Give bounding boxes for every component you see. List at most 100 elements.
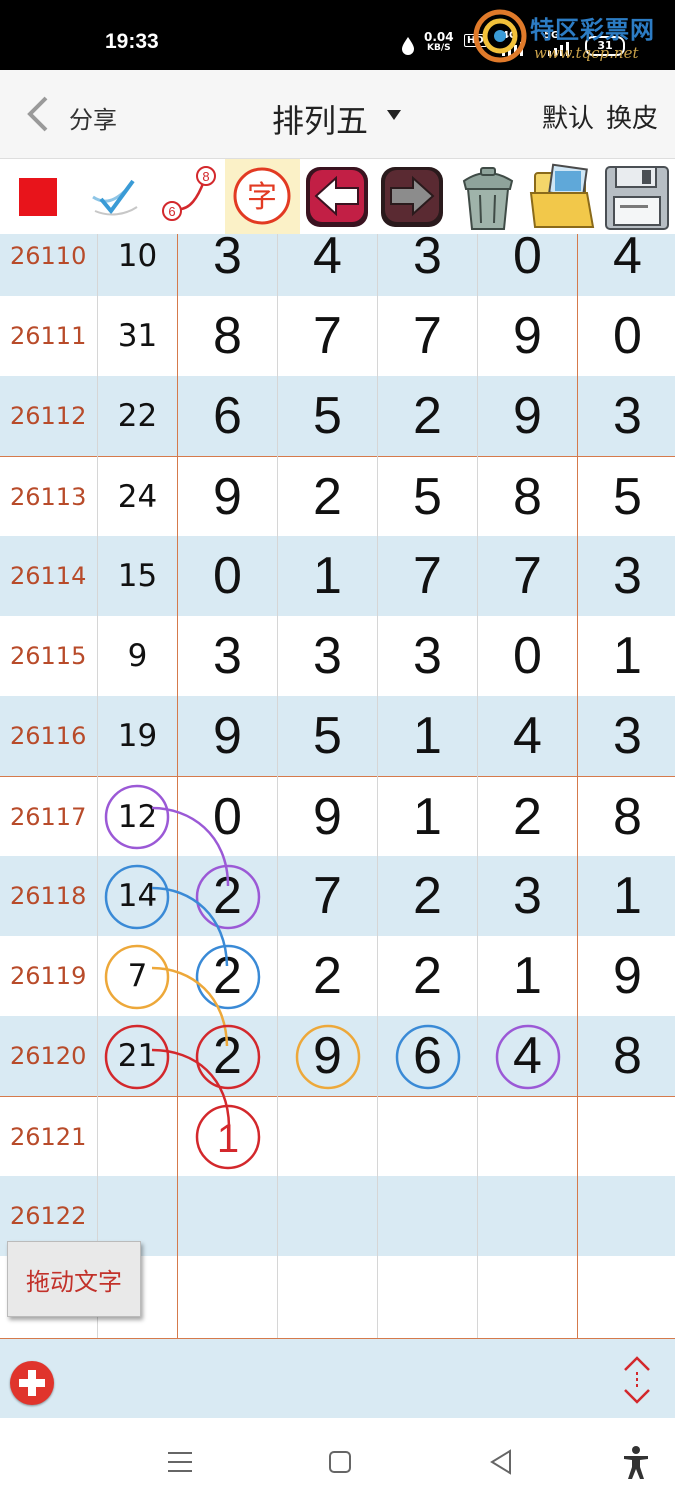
save-tool[interactable] — [600, 159, 675, 234]
digit-cell[interactable]: 2 — [278, 936, 377, 1016]
digit-cell[interactable] — [478, 1256, 577, 1336]
digit-cell[interactable] — [278, 1176, 377, 1256]
digit-cell[interactable]: 0 — [178, 777, 277, 857]
digit-cell[interactable]: 3 — [478, 856, 577, 936]
digit-cell[interactable]: 4 — [278, 234, 377, 296]
digit-cell[interactable]: 9 — [578, 936, 675, 1016]
digit-cell[interactable]: 4 — [478, 1016, 577, 1096]
table-row[interactable]: 26112 22 6 5 2 9 3 — [0, 376, 675, 456]
draw-table[interactable]: 26110 10 3 4 3 0 4 26111 31 8 7 7 9 0 26112 22 6 5 2 9 3 2611… — [0, 234, 675, 1338]
back-chevron-icon[interactable] — [22, 94, 58, 134]
digit-cell[interactable]: 5 — [378, 457, 477, 537]
digit-cell[interactable] — [378, 1097, 477, 1177]
sum-cell[interactable]: 21 — [98, 1016, 177, 1096]
digit-cell[interactable]: 2 — [178, 1016, 277, 1096]
digit-cell[interactable]: 9 — [278, 777, 377, 857]
digit-cell[interactable] — [578, 1176, 675, 1256]
digit-cell[interactable]: 5 — [278, 376, 377, 456]
digit-cell[interactable]: 2 — [478, 777, 577, 857]
digit-cell[interactable]: 0 — [478, 616, 577, 696]
sum-cell[interactable]: 12 — [98, 777, 177, 857]
digit-cell[interactable]: 2 — [178, 936, 277, 1016]
table-row[interactable]: 26111 31 8 7 7 9 0 — [0, 296, 675, 376]
default-button[interactable]: 默认 — [542, 98, 594, 135]
sum-cell[interactable]: 10 — [98, 234, 177, 296]
digit-cell[interactable]: 8 — [478, 457, 577, 537]
digit-cell[interactable]: 2 — [278, 457, 377, 537]
digit-cell[interactable] — [178, 1097, 277, 1177]
digit-cell[interactable]: 1 — [578, 856, 675, 936]
sum-cell[interactable]: 19 — [98, 696, 177, 776]
digit-cell[interactable]: 4 — [578, 234, 675, 296]
clear-tool[interactable] — [450, 159, 525, 234]
digit-cell[interactable]: 6 — [178, 376, 277, 456]
digit-cell[interactable] — [578, 1097, 675, 1177]
digit-cell[interactable]: 1 — [478, 936, 577, 1016]
digit-cell[interactable]: 4 — [478, 696, 577, 776]
digit-cell[interactable]: 3 — [178, 234, 277, 296]
table-row[interactable]: 26120 21 2 9 6 4 8 — [0, 1016, 675, 1096]
digit-cell[interactable]: 9 — [178, 457, 277, 537]
drag-text-button[interactable]: 拖动文字 — [7, 1241, 141, 1317]
digit-cell[interactable] — [278, 1256, 377, 1336]
table-row[interactable]: 26118 14 2 7 2 3 1 — [0, 856, 675, 936]
digit-cell[interactable]: 7 — [378, 296, 477, 376]
lottery-title-dropdown[interactable]: 排列五 — [272, 96, 368, 142]
digit-cell[interactable]: 0 — [578, 296, 675, 376]
plus-circle-icon[interactable] — [10, 1361, 54, 1405]
digit-cell[interactable] — [378, 1176, 477, 1256]
digit-cell[interactable]: 2 — [178, 856, 277, 936]
digit-cell[interactable]: 1 — [378, 696, 477, 776]
accessibility-icon[interactable] — [616, 1442, 656, 1482]
digit-cell[interactable]: 0 — [478, 234, 577, 296]
square-home-icon[interactable] — [320, 1442, 360, 1482]
image-tool[interactable] — [525, 159, 600, 234]
digit-cell[interactable]: 0 — [178, 536, 277, 616]
digit-cell[interactable]: 1 — [278, 536, 377, 616]
digit-cell[interactable]: 7 — [278, 296, 377, 376]
digit-cell[interactable]: 3 — [378, 616, 477, 696]
table-row[interactable]: 26119 7 2 2 2 1 9 — [0, 936, 675, 1016]
digit-cell[interactable] — [278, 1097, 377, 1177]
table-row[interactable]: 26113 24 9 2 5 8 5 — [0, 456, 675, 536]
digit-cell[interactable]: 9 — [278, 1016, 377, 1096]
digit-cell[interactable] — [178, 1256, 277, 1336]
digit-cell[interactable]: 3 — [278, 616, 377, 696]
digit-cell[interactable]: 7 — [278, 856, 377, 936]
digit-cell[interactable]: 7 — [378, 536, 477, 616]
table-row[interactable]: 26110 10 3 4 3 0 4 — [0, 234, 675, 296]
table-row[interactable]: 26114 15 0 1 7 7 3 — [0, 536, 675, 616]
digit-cell[interactable]: 9 — [478, 296, 577, 376]
change-skin-button[interactable]: 换皮 — [606, 98, 658, 135]
color-red-tool[interactable] — [0, 159, 75, 234]
connect-line-tool[interactable]: 6 8 — [150, 159, 225, 234]
digit-cell[interactable]: 2 — [378, 936, 477, 1016]
digit-cell[interactable]: 8 — [578, 1016, 675, 1096]
digit-cell[interactable]: 2 — [378, 376, 477, 456]
digit-cell[interactable]: 8 — [578, 777, 675, 857]
dropdown-caret-icon[interactable] — [387, 110, 401, 120]
digit-cell[interactable]: 3 — [378, 234, 477, 296]
digit-cell[interactable]: 9 — [478, 376, 577, 456]
share-button[interactable]: 分享 — [69, 100, 117, 135]
digit-cell[interactable]: 8 — [178, 296, 277, 376]
table-row[interactable]: 26121 — [0, 1096, 675, 1176]
digit-cell[interactable] — [478, 1176, 577, 1256]
digit-cell[interactable] — [578, 1256, 675, 1336]
sum-cell[interactable]: 31 — [98, 296, 177, 376]
digit-cell[interactable]: 7 — [478, 536, 577, 616]
digit-cell[interactable]: 9 — [178, 696, 277, 776]
sum-cell[interactable]: 15 — [98, 536, 177, 616]
sum-cell[interactable]: 7 — [98, 936, 177, 1016]
digit-cell[interactable] — [178, 1176, 277, 1256]
sum-cell[interactable]: 14 — [98, 856, 177, 936]
sum-cell[interactable]: 9 — [98, 616, 177, 696]
sum-cell[interactable]: 22 — [98, 376, 177, 456]
digit-cell[interactable]: 5 — [278, 696, 377, 776]
digit-cell[interactable] — [478, 1097, 577, 1177]
digit-cell[interactable]: 1 — [378, 777, 477, 857]
digit-cell[interactable]: 3 — [578, 536, 675, 616]
sum-cell[interactable] — [98, 1097, 177, 1177]
table-row[interactable]: 26116 19 9 5 1 4 3 — [0, 696, 675, 776]
digit-cell[interactable]: 3 — [578, 376, 675, 456]
